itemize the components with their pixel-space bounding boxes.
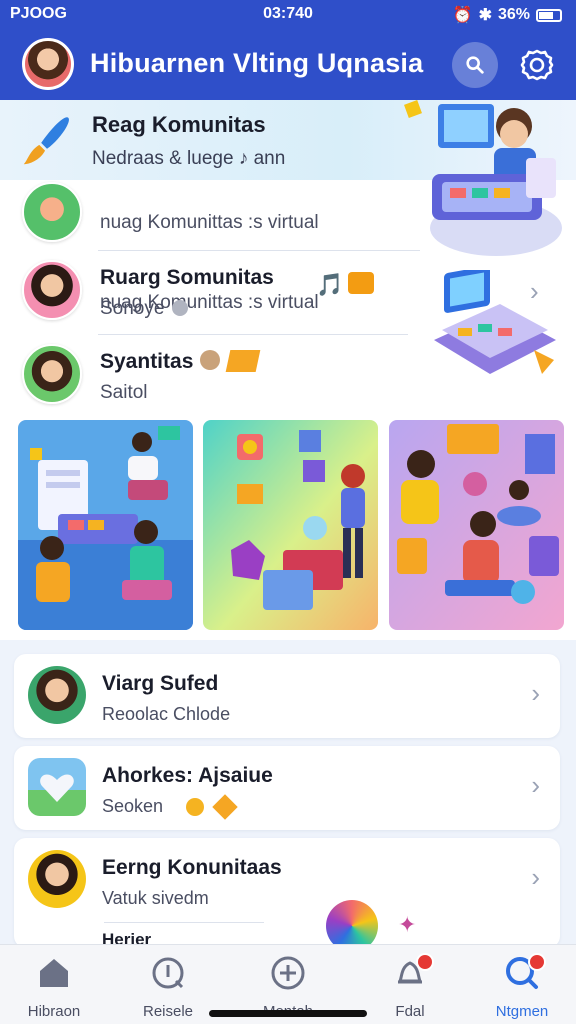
nav-label: Ntgmen — [495, 1003, 549, 1020]
settings-button[interactable] — [514, 42, 560, 88]
user-avatar — [28, 666, 86, 724]
search-icon — [502, 953, 546, 993]
user-avatar[interactable] — [22, 260, 82, 320]
list-item[interactable]: Ahorkes: Ajsaiue Seoken › — [14, 746, 560, 830]
app-header: Hibuarnen Vlting Uqnasia — [0, 30, 576, 100]
activity-card[interactable] — [203, 420, 378, 630]
banner-title: Reag Komunitas — [92, 112, 266, 137]
nav-label: Reisele — [142, 1003, 194, 1020]
list-item-title: Eerng Konunitaas — [102, 856, 282, 879]
gaming-illustration — [389, 420, 564, 630]
heart-thumbnail — [28, 758, 86, 816]
bell-icon — [390, 953, 434, 993]
community-list: Viarg Sufed Reoolac Chlode › Ahorkes: Aj… — [0, 640, 576, 952]
music-icon: 🎵 — [316, 272, 344, 297]
coin-icon — [186, 798, 204, 816]
search-icon — [466, 56, 484, 74]
list-item-title: Ahorkes: Ajsaiue — [102, 764, 273, 787]
divider — [104, 922, 264, 923]
user-avatar — [28, 850, 86, 908]
divider — [98, 250, 420, 251]
list-item[interactable]: Viarg Sufed Reoolac Chlode › — [14, 654, 560, 738]
nav-home[interactable]: Hibraon — [4, 953, 104, 1023]
alarm-icon: ⏰ — [452, 7, 473, 24]
game-night-illustration — [203, 420, 378, 630]
sparkle-icon: ✦ — [398, 912, 417, 937]
paintbrush-icon — [23, 117, 69, 165]
gem-icon — [212, 794, 238, 820]
home-indicator[interactable] — [209, 1010, 367, 1017]
row-subtitle: Saitol — [100, 382, 148, 403]
search-button[interactable] — [452, 42, 498, 88]
activity-card[interactable] — [18, 420, 193, 630]
status-bar: PJOOG 03:740 ⏰ ✱ 36% — [0, 0, 576, 30]
status-icons: ⏰ ✱ 36% — [453, 5, 562, 25]
user-avatar[interactable] — [22, 344, 82, 404]
profile-avatar[interactable] — [22, 38, 74, 90]
community-avatar — [22, 182, 82, 242]
nav-label: Fdal — [395, 1003, 425, 1020]
info-icon — [148, 953, 188, 993]
activity-card[interactable] — [389, 420, 564, 630]
battery-icon — [536, 8, 562, 22]
bluetooth-icon: ✱ — [478, 7, 492, 24]
nav-info[interactable]: Reisele — [118, 953, 218, 1023]
page-title: Hibuarnen Vlting Uqnasia — [90, 48, 424, 78]
row-title: Syantitas — [100, 350, 194, 373]
settings-icon — [520, 49, 554, 81]
chevron-right-icon: › — [531, 770, 540, 800]
home-icon — [34, 953, 74, 993]
community-section: Reag Komunitas Nedraas & luege ♪ ann nua… — [0, 100, 576, 640]
chevron-right-icon: › — [531, 678, 540, 708]
plus-circle-icon — [268, 953, 308, 993]
nav-search[interactable]: Ntgmen — [472, 953, 572, 1023]
virtual-meeting-illustration — [404, 100, 562, 256]
banner-subtitle: Nedraas & luege ♪ ann — [92, 148, 286, 169]
row-subtitle: nuag Komunittas :s virtual — [100, 212, 319, 233]
notification-badge — [416, 953, 434, 971]
emoji-icon — [200, 350, 220, 370]
flag-icon — [225, 350, 261, 372]
list-item[interactable]: Eerng Konunitaas Vatuk sivedm › Herier ✦ — [14, 838, 560, 952]
row-subtitle: Sonoye — [100, 298, 165, 319]
chevron-right-icon: › — [531, 862, 540, 892]
notification-badge — [528, 953, 546, 971]
row-title: Ruarg Somunitas — [100, 266, 274, 289]
battery-percent: 36% — [497, 6, 530, 23]
list-item-title: Viarg Sufed — [102, 672, 219, 695]
list-item-subtitle: Seoken — [102, 796, 164, 816]
ticket-icon — [348, 272, 374, 294]
nav-notifications[interactable]: Fdal — [360, 953, 460, 1023]
status-dot-icon — [172, 300, 188, 316]
heart-icon — [40, 774, 74, 802]
list-item-subtitle: Reoolac Chlode — [102, 704, 231, 724]
nav-label: Hibraon — [27, 1003, 81, 1020]
tablet-illustration — [434, 270, 556, 374]
list-item-subtitle: Vatuk sivedm — [102, 888, 209, 908]
divider — [98, 334, 408, 335]
virtual-office-illustration — [18, 420, 193, 630]
